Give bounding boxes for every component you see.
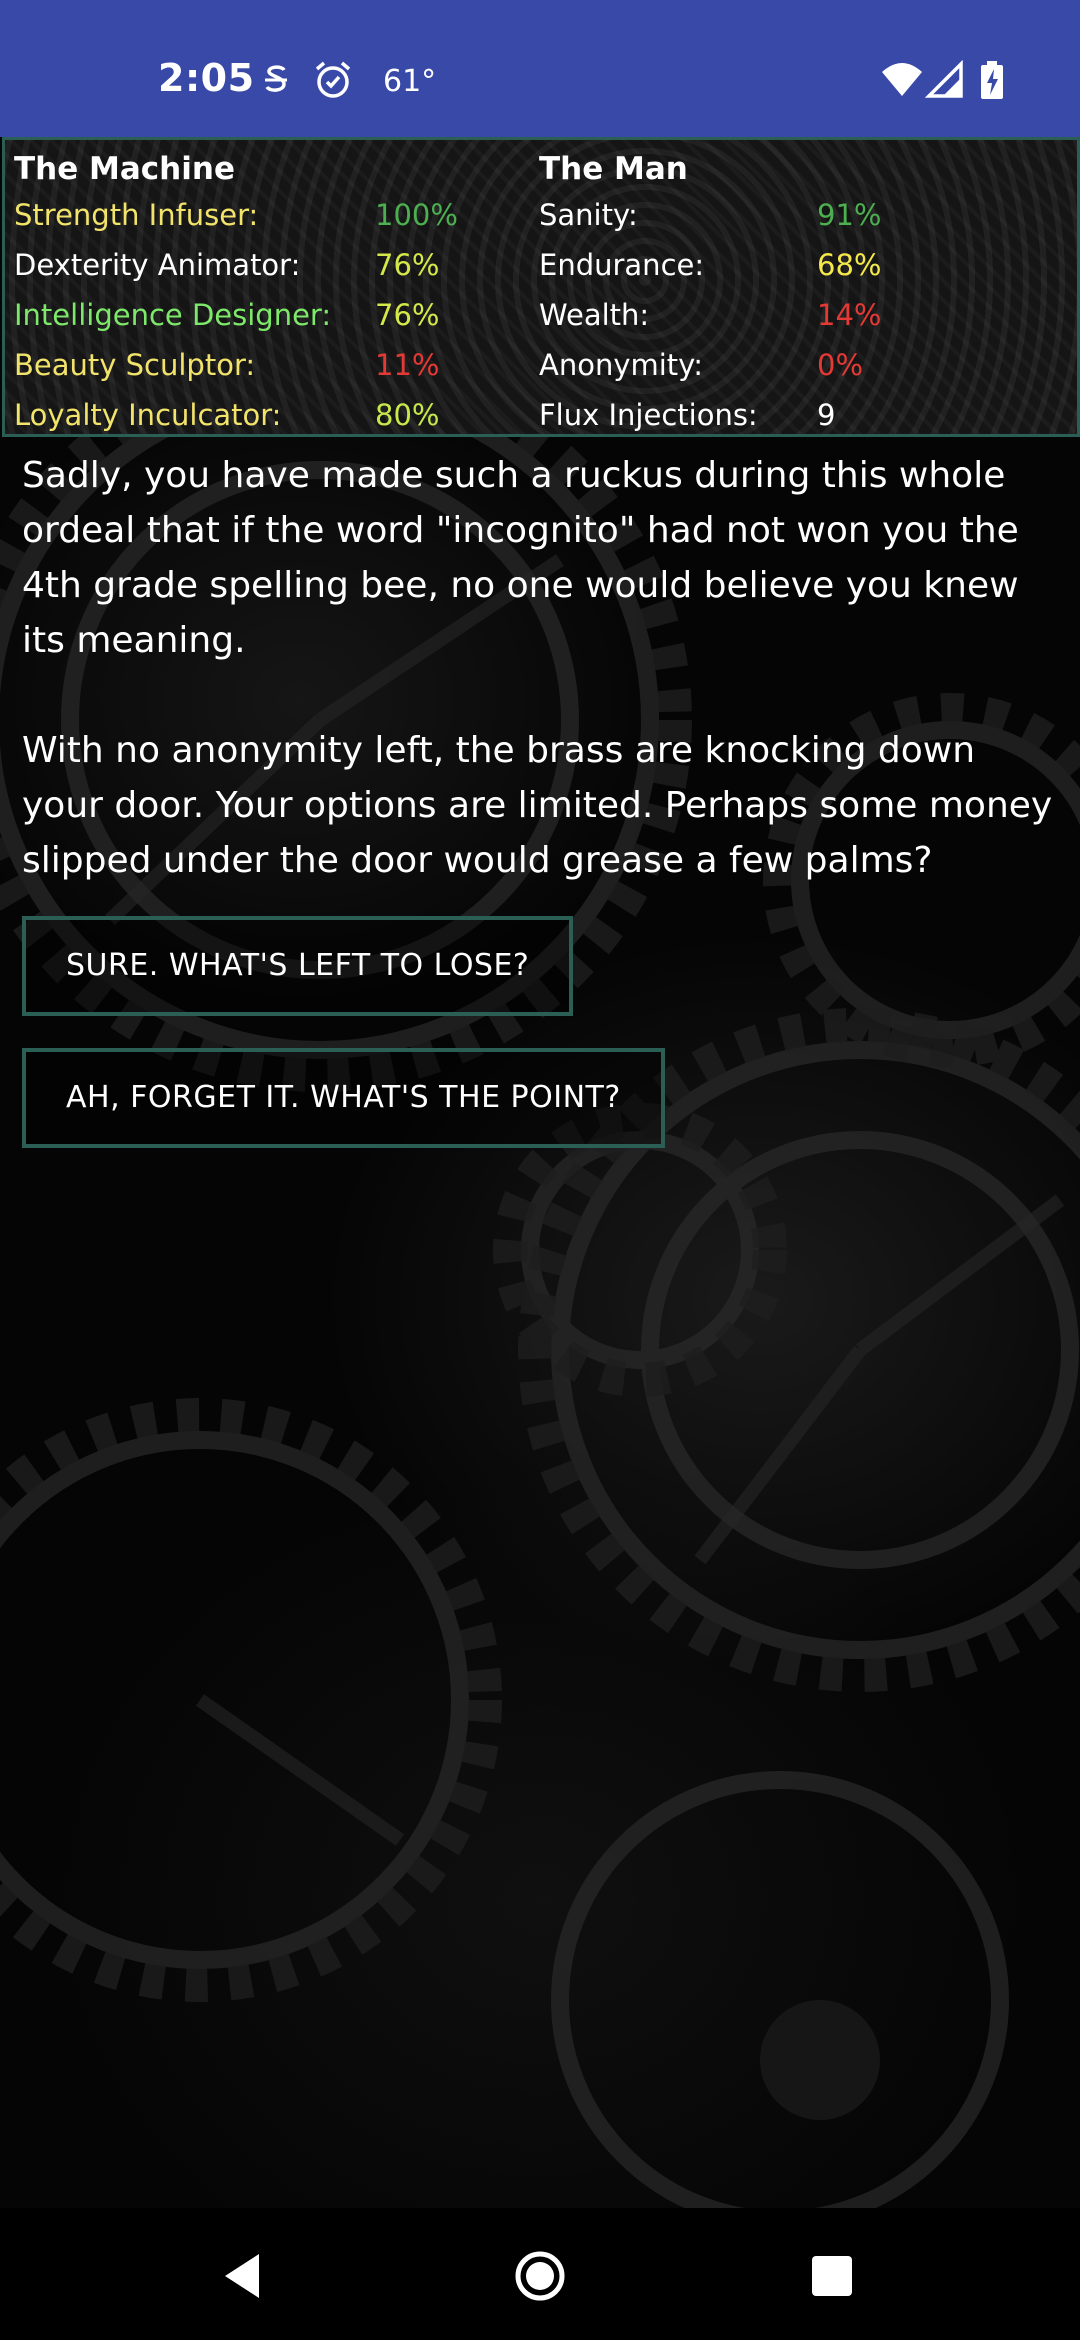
story-paragraph: With no anonymity left, the brass are kn…: [22, 730, 1053, 881]
stat-row-endurance: Endurance: 68%: [539, 240, 1069, 290]
stat-row-wealth: Wealth: 14%: [539, 290, 1069, 340]
stat-row-flux-injections: Flux Injections: 9: [539, 390, 1069, 440]
battery-charging-icon: [981, 61, 1003, 99]
stat-value: 9: [817, 398, 836, 432]
stat-label: Endurance:: [539, 248, 705, 282]
stat-label: Dexterity Animator:: [14, 248, 301, 282]
stat-value: 11%: [375, 348, 440, 382]
stat-value: 91%: [817, 198, 882, 232]
alarm-icon: [315, 61, 351, 98]
stat-label: Strength Infuser:: [14, 198, 259, 232]
stat-value: 68%: [817, 248, 882, 282]
stats-panel: The Machine Strength Infuser: 100% Dexte…: [2, 137, 1080, 437]
wifi-icon: [882, 63, 922, 96]
stat-row-dexterity-animator: Dexterity Animator: 76%: [14, 240, 534, 290]
stat-value: 14%: [817, 298, 882, 332]
stat-label: Beauty Sculptor:: [14, 348, 256, 382]
stat-value: 76%: [375, 298, 440, 332]
status-temperature: 61°: [383, 64, 437, 99]
stat-label: Sanity:: [539, 198, 638, 232]
stat-row-beauty-sculptor: Beauty Sculptor: 11%: [14, 340, 534, 390]
stat-label: Intelligence Designer:: [14, 298, 332, 332]
choice-button-sure[interactable]: SURE. WHAT'S LEFT TO LOSE?: [22, 916, 574, 1016]
stat-value: 76%: [375, 248, 440, 282]
stat-value: 0%: [817, 348, 864, 382]
machine-stats: The Machine Strength Infuser: 100% Dexte…: [14, 140, 534, 440]
story-text: Sadly, you have made such a ruckus durin…: [22, 448, 1062, 943]
man-stats: The Man Sanity: 91% Endurance: 68% Wealt…: [539, 140, 1069, 440]
status-bar: 2:05 61°: [0, 0, 1080, 137]
stat-label: Flux Injections:: [539, 398, 758, 432]
stat-row-intelligence-designer: Intelligence Designer: 76%: [14, 290, 534, 340]
signal-icon: [925, 60, 963, 98]
stat-value: 100%: [375, 198, 458, 232]
recents-icon[interactable]: [802, 2246, 862, 2306]
status-time: 2:05: [158, 56, 255, 100]
stat-value: 80%: [375, 398, 440, 432]
home-icon[interactable]: [510, 2246, 570, 2306]
story-paragraph: Sadly, you have made such a ruckus durin…: [22, 455, 1019, 661]
back-icon[interactable]: [215, 2246, 275, 2306]
s-notification-icon: [265, 65, 287, 92]
stat-row-sanity: Sanity: 91%: [539, 190, 1069, 240]
man-stats-title: The Man: [539, 151, 688, 187]
stat-row-anonymity: Anonymity: 0%: [539, 340, 1069, 390]
stat-label: Wealth:: [539, 298, 650, 332]
stat-row-loyalty-inculcator: Loyalty Inculcator: 80%: [14, 390, 534, 440]
stat-label: Anonymity:: [539, 348, 704, 382]
choice-button-forget-it[interactable]: AH, FORGET IT. WHAT'S THE POINT?: [22, 1048, 665, 1148]
stat-row-strength-infuser: Strength Infuser: 100%: [14, 190, 534, 240]
game-screen: 2:05 61° The Machine Strength Infuser: 1…: [0, 0, 1080, 2340]
machine-stats-title: The Machine: [14, 151, 235, 187]
navigation-bar: [0, 2208, 1080, 2340]
stat-label: Loyalty Inculcator:: [14, 398, 282, 432]
